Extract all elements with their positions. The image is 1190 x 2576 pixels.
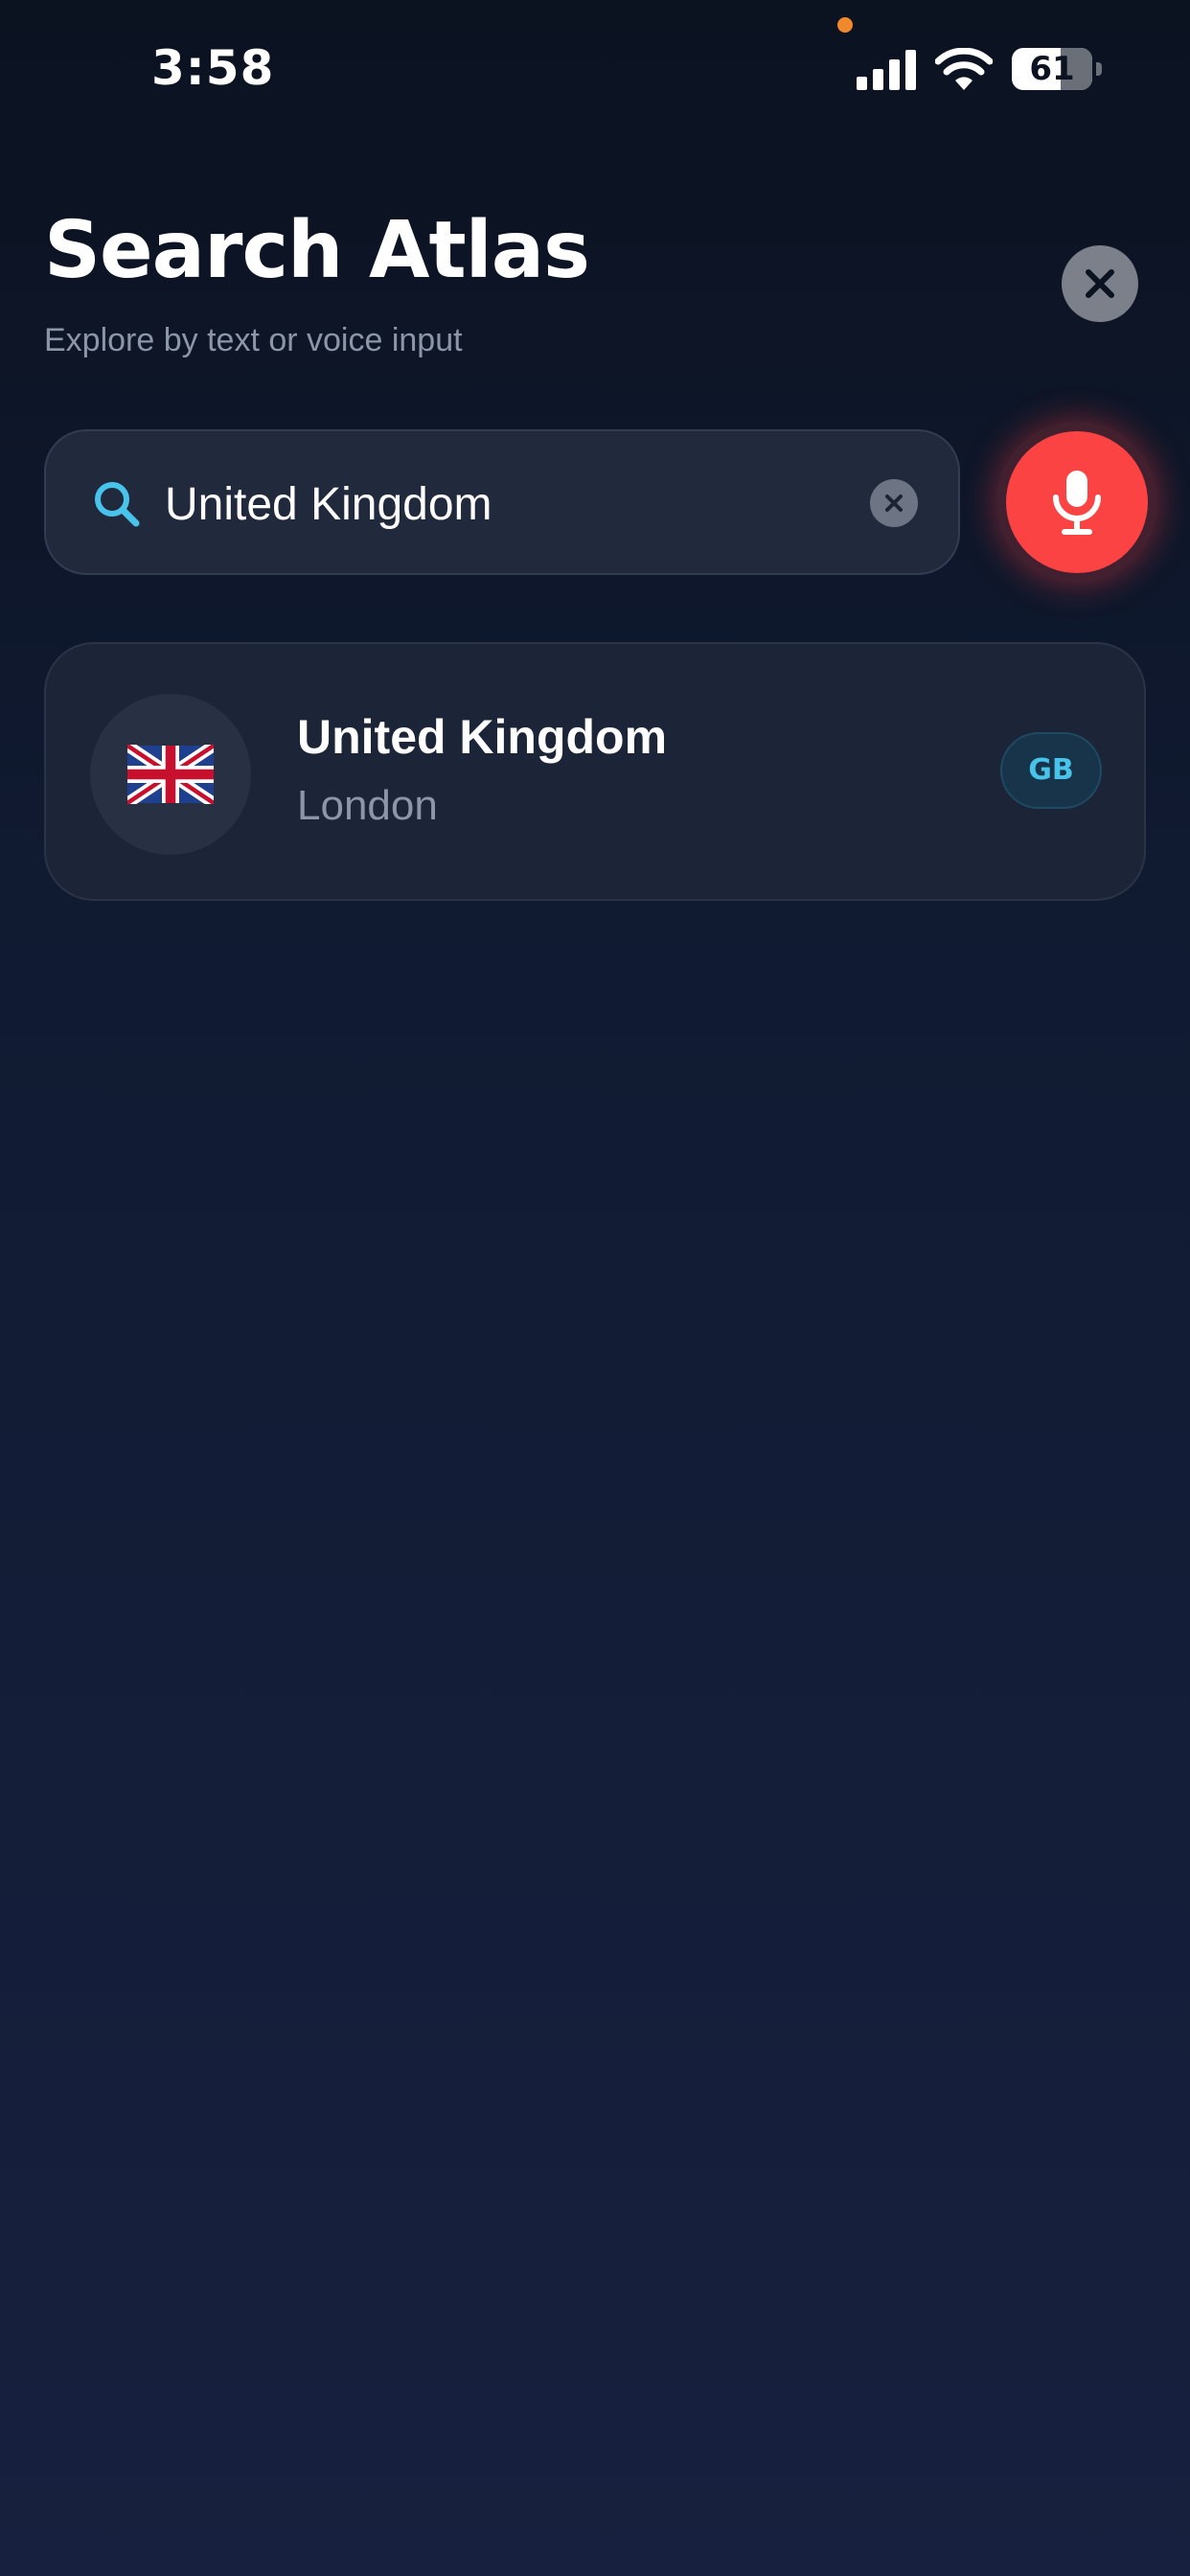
privacy-indicator-dot [837,17,853,33]
result-item[interactable]: United Kingdom London GB [44,642,1146,901]
status-bar: 3:58 61 [0,0,1190,144]
search-input[interactable] [165,466,893,542]
wifi-icon [935,48,993,90]
microphone-icon [1053,471,1101,535]
page-title: Search Atlas [44,205,590,296]
flag-avatar [90,694,251,855]
search-icon [95,482,140,527]
capital-name: London [297,782,438,829]
clear-search-button[interactable] [870,479,918,527]
close-icon [1086,269,1114,298]
country-name: United Kingdom [297,710,668,764]
country-code-badge: GB [1000,732,1102,809]
close-button[interactable] [1062,245,1138,322]
battery-percent: 61 [1029,50,1075,88]
page-subtitle: Explore by text or voice input [44,322,463,358]
cellular-signal-icon [857,50,916,90]
voice-input-button[interactable] [1006,431,1148,573]
search-box[interactable] [44,429,960,575]
battery-icon: 61 [1012,48,1102,90]
clear-icon [885,494,903,512]
uk-flag-icon [127,745,214,804]
status-time: 3:58 [151,40,275,96]
